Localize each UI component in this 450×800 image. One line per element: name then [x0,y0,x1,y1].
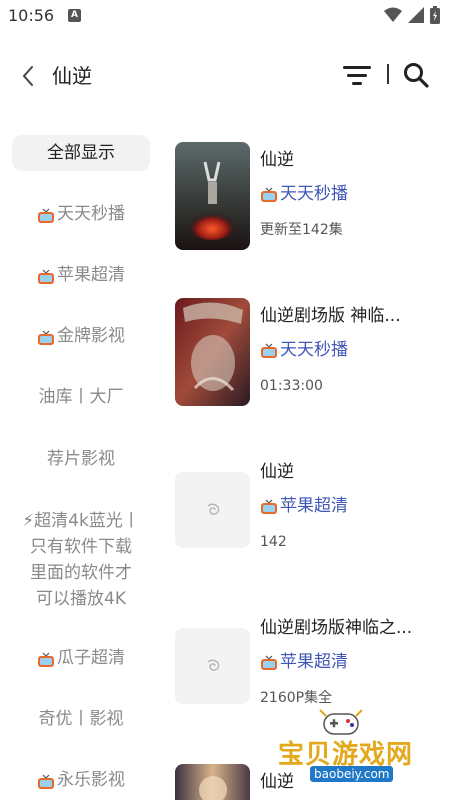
result-title: 仙逆 [260,150,294,170]
battery-icon [430,6,440,24]
watermark-url: baobeiy.com [310,766,394,782]
result-title: 仙逆剧场版神临之... [260,618,413,638]
sidebar-item-4k[interactable]: ⚡超清4k蓝光丨只有软件下载里面的软件才可以播放4K [22,508,140,612]
filter-button[interactable] [340,60,374,90]
sidebar-item-label: 金牌影视 [57,326,125,346]
result-item[interactable]: 仙逆 苹果超清 142 [175,454,445,566]
sidebar-item-label: 苹果超清 [57,265,125,285]
image-placeholder-icon [207,503,219,515]
sidebar-item-guazi[interactable]: 瓜子超清 [12,646,150,671]
tv-icon [260,654,278,670]
sidebar-item-label: 瓜子超清 [57,648,125,668]
tv-icon [37,773,55,789]
result-meta: 01:33:00 [260,378,323,394]
sidebar-item-label: 永乐影视 [57,770,125,790]
result-source[interactable]: 天天秒播 [260,182,348,206]
filter-icon [343,66,371,85]
back-button[interactable] [14,62,42,90]
status-icons [384,6,440,24]
tv-icon [37,207,55,223]
sidebar-item-label: ⚡超清4k蓝光丨只有软件下载里面的软件才可以播放4K [22,511,140,609]
sidebar-item-label: 全部显示 [47,142,115,163]
gamepad-icon [319,709,363,735]
wifi-icon [384,7,402,22]
result-source[interactable]: 苹果超清 [260,494,348,518]
result-source-label: 苹果超清 [280,496,348,516]
poster-image [175,298,250,406]
result-source-label: 天天秒播 [280,340,348,360]
poster-placeholder [175,472,250,548]
chevron-left-icon [22,66,33,86]
poster-placeholder [175,628,250,704]
result-source-label: 苹果超清 [280,652,348,672]
result-item[interactable]: 仙逆剧场版 神临... 天天秒播 01:33:00 [175,298,445,410]
sidebar-item-qiyou[interactable]: 奇优丨影视 [12,707,150,732]
result-title: 仙逆 [260,462,294,482]
tv-icon [260,498,278,514]
status-bar: 10:56 A [0,0,450,34]
sidebar-item-all[interactable]: 全部显示 [12,135,150,171]
sidebar-item-tiantian[interactable]: 天天秒播 [12,202,150,227]
watermark-logo: 宝贝游戏网 baobeiy.com [274,706,424,788]
search-icon [404,63,429,88]
tv-icon [37,268,55,284]
tv-icon [260,342,278,358]
sidebar-item-label: 荐片影视 [47,449,115,469]
result-source-label: 天天秒播 [280,184,348,204]
tv-icon [260,186,278,202]
header-divider [387,64,389,84]
sidebar-item-label: 奇优丨影视 [38,709,124,729]
sidebar-item-jianpian[interactable]: 荐片影视 [12,447,150,472]
top-bar: 仙逆 [0,48,450,104]
notification-icon: A [68,9,81,22]
result-meta: 更新至142集 [260,222,343,238]
tv-icon [37,329,55,345]
sidebar-item-pingguo[interactable]: 苹果超清 [12,263,150,288]
result-item[interactable]: 仙逆 天天秒播 更新至142集 [175,142,445,254]
sidebar-item-label: 油库丨大厂 [38,387,124,407]
result-meta: 142 [260,534,287,550]
tv-icon [37,651,55,667]
result-meta: 2160P集全 [260,690,333,706]
status-time: 10:56 [8,6,55,25]
signal-icon [408,7,424,23]
search-button[interactable] [399,60,433,90]
sidebar-item-youku[interactable]: 油库丨大厂 [12,385,150,410]
page-title: 仙逆 [52,64,92,88]
results-list: 仙逆 天天秒播 更新至142集 仙逆剧场版 神临... 天天秒播 01:33:0… [175,130,445,800]
poster-image [175,142,250,250]
image-placeholder-icon [207,659,219,671]
result-title: 仙逆剧场版 神临... [260,306,401,326]
result-source[interactable]: 天天秒播 [260,338,348,362]
sidebar-item-label: 天天秒播 [57,204,125,224]
sidebar-item-jinpai[interactable]: 金牌影视 [12,324,150,349]
sidebar-item-yongle[interactable]: 永乐影视 [12,768,150,793]
poster-image [175,764,250,800]
result-source[interactable]: 苹果超清 [260,650,348,674]
source-sidebar: 全部显示 天天秒播 苹果超清 金牌影视 油库丨大厂 荐片影视 ⚡超清4k蓝光丨只… [0,130,162,800]
